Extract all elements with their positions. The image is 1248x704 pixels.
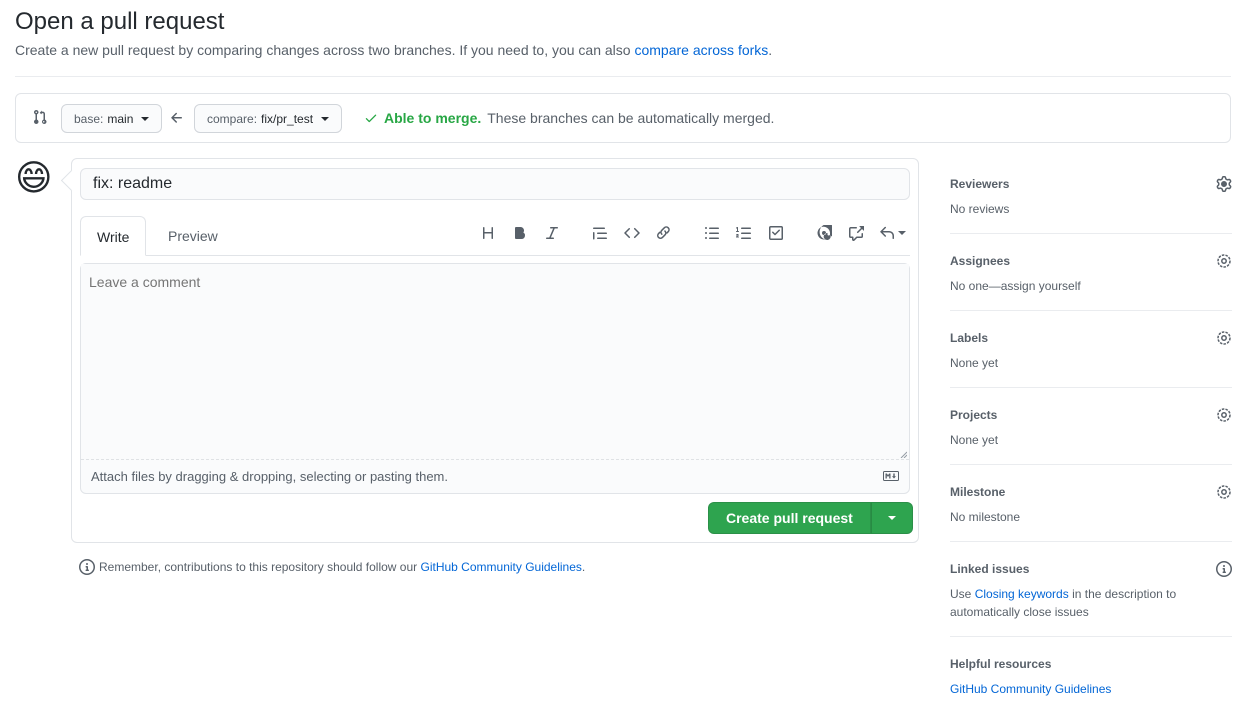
compare-across-forks-link[interactable]: compare across forks	[634, 42, 768, 58]
submit-options-button[interactable]	[870, 502, 913, 534]
sidebar-heading: Projects	[950, 408, 998, 422]
reminder-end: .	[581, 560, 586, 574]
reminder-text: Remember, contributions to this reposito…	[99, 560, 421, 574]
sidebar-value: GitHub Community Guidelines	[950, 680, 1232, 698]
closing-keywords-link[interactable]: Closing keywords	[975, 587, 1069, 601]
tab-preview[interactable]: Preview	[152, 216, 234, 256]
code-icon[interactable]	[616, 221, 648, 245]
sidebar-heading: Assignees	[950, 254, 1011, 268]
quote-icon[interactable]	[584, 221, 616, 245]
cross-reference-icon[interactable]	[840, 221, 872, 245]
git-compare-icon	[33, 110, 47, 125]
sidebar-linked-issues: Linked issues Use Closing keywords in th…	[950, 542, 1232, 637]
base-branch-button[interactable]: base: main	[61, 104, 163, 133]
gear-icon[interactable]	[1216, 330, 1232, 346]
chevron-down-icon	[887, 516, 896, 520]
tab-write[interactable]: Write	[80, 216, 147, 256]
merge-ok-label: Able to merge.	[384, 110, 482, 126]
sidebar-value: Use Closing keywords in the description …	[950, 585, 1232, 621]
compare-branch-button[interactable]: compare: fix/pr_test	[194, 104, 343, 133]
heading-icon[interactable]	[472, 221, 504, 245]
helpful-guidelines-link[interactable]: GitHub Community Guidelines	[950, 682, 1111, 696]
compare-branch-name: fix/pr_test	[261, 111, 314, 126]
sidebar-heading: Labels	[950, 331, 989, 345]
unordered-list-icon[interactable]	[696, 221, 728, 245]
chevron-down-icon	[141, 116, 150, 121]
sidebar-value: No milestone	[950, 510, 1021, 524]
avatar: 😄	[15, 157, 53, 198]
sidebar-milestone: Milestone No milestone	[950, 465, 1232, 542]
comment-box: Attach files by dragging & dropping, sel…	[80, 263, 910, 494]
italic-icon[interactable]	[536, 221, 568, 245]
arrow-left-icon	[171, 112, 182, 123]
sidebar-helpful-resources: Helpful resources GitHub Community Guide…	[950, 637, 1232, 698]
pr-title-input[interactable]	[80, 168, 910, 200]
sidebar-assignees: Assignees No one—assign yourself	[950, 234, 1232, 311]
check-icon	[365, 114, 377, 123]
contribution-reminder: Remember, contributions to this reposito…	[79, 558, 585, 576]
sidebar-heading: Linked issues	[950, 562, 1030, 576]
gear-icon[interactable]	[1216, 176, 1232, 192]
tab-divider	[80, 255, 910, 256]
sidebar: Reviewers No reviews Assignees No one—as…	[950, 170, 1232, 698]
base-branch-name: main	[107, 111, 134, 126]
attach-files-text: Attach files by dragging & dropping, sel…	[91, 469, 448, 484]
sidebar-value: No one—assign yourself	[950, 279, 1081, 293]
sidebar-heading: Milestone	[950, 485, 1006, 499]
compare-prefix: compare:	[207, 111, 258, 126]
page-description: Create a new pull request by comparing c…	[15, 40, 772, 60]
ordered-list-icon[interactable]	[728, 221, 760, 245]
sidebar-labels: Labels None yet	[950, 311, 1232, 388]
comment-textarea[interactable]	[81, 264, 909, 460]
info-icon[interactable]	[1216, 561, 1232, 577]
info-icon	[79, 559, 95, 575]
sidebar-value: None yet	[950, 433, 999, 447]
attach-files-bar[interactable]: Attach files by dragging & dropping, sel…	[81, 461, 909, 493]
markdown-icon[interactable]	[883, 470, 899, 482]
gear-icon[interactable]	[1216, 407, 1232, 423]
description-end: .	[768, 42, 773, 58]
branch-range-bar: base: main compare: fix/pr_test Able to …	[15, 93, 1231, 143]
header-divider	[15, 76, 1231, 77]
sidebar-value: None yet	[950, 356, 999, 370]
pr-composer: Write Preview Attach files by dragging &…	[71, 158, 919, 543]
mention-icon[interactable]	[808, 221, 840, 245]
merge-status-text: These branches can be automatically merg…	[487, 110, 775, 126]
task-list-icon[interactable]	[760, 221, 792, 245]
community-guidelines-link[interactable]: GitHub Community Guidelines	[421, 560, 582, 574]
reply-icon[interactable]	[872, 221, 912, 245]
markdown-toolbar	[472, 221, 912, 245]
link-icon[interactable]	[648, 221, 680, 245]
chevron-down-icon	[321, 116, 330, 121]
description-text: Create a new pull request by comparing c…	[15, 42, 635, 58]
sidebar-projects: Projects None yet	[950, 388, 1232, 465]
page-title: Open a pull request	[15, 8, 225, 35]
submit-group: Create pull request	[708, 502, 913, 534]
sidebar-heading: Reviewers	[950, 177, 1010, 191]
create-pull-request-button[interactable]: Create pull request	[708, 502, 871, 534]
merge-status: Able to merge. These branches can be aut…	[364, 108, 774, 128]
sidebar-heading: Helpful resources	[950, 657, 1052, 671]
bold-icon[interactable]	[504, 221, 536, 245]
gear-icon[interactable]	[1216, 484, 1232, 500]
gear-icon[interactable]	[1216, 253, 1232, 269]
linked-pre: Use	[950, 587, 975, 601]
resize-handle-icon[interactable]	[899, 450, 907, 458]
sidebar-reviewers: Reviewers No reviews	[950, 170, 1232, 234]
sidebar-value: No reviews	[950, 202, 1010, 216]
base-prefix: base:	[74, 111, 104, 126]
